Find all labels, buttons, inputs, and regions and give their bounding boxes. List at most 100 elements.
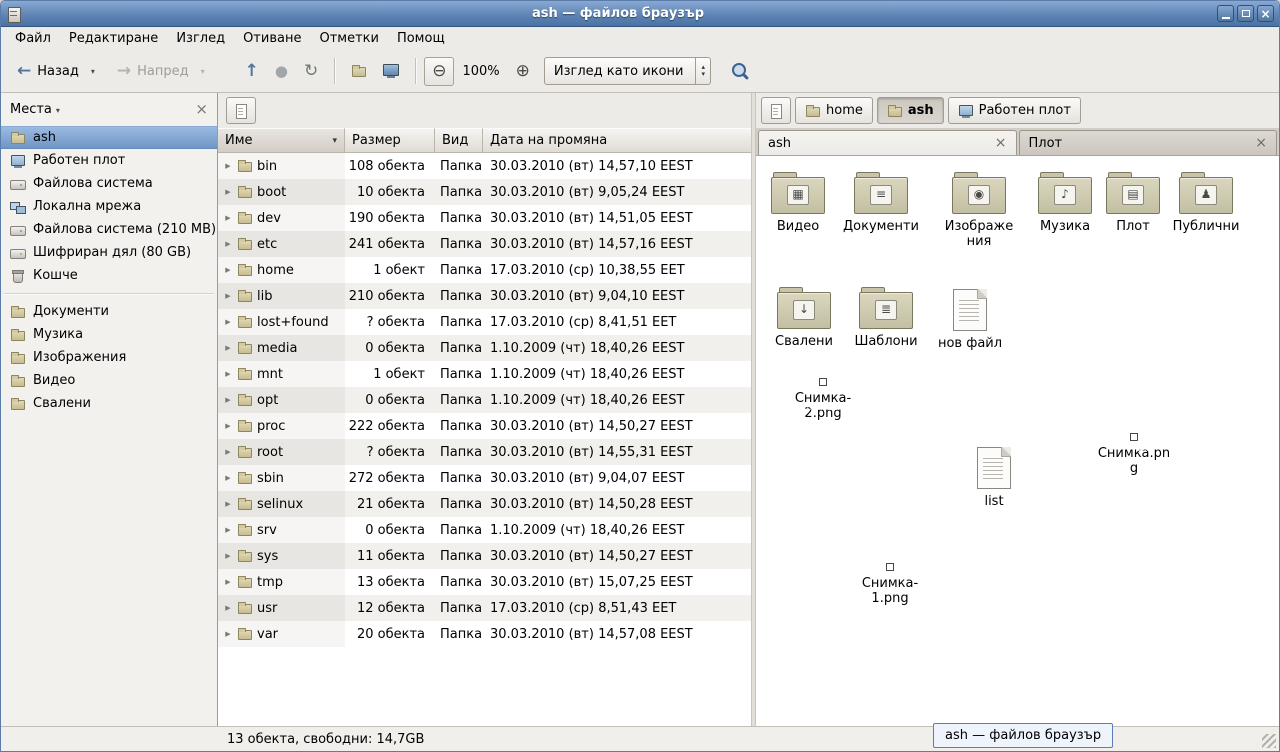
- resize-grip[interactable]: [1262, 734, 1276, 748]
- table-row[interactable]: ▶ bin 108 обекта Папка 30.03.2010 (вт) 1…: [218, 153, 751, 179]
- tab-plot[interactable]: Плот ×: [1019, 130, 1278, 155]
- sidebar-item[interactable]: Свалени: [1, 392, 217, 415]
- minimize-button[interactable]: [1217, 5, 1234, 22]
- menu-item[interactable]: Изглед: [167, 29, 234, 48]
- column-header-type[interactable]: Вид: [435, 128, 483, 153]
- zoom-in-button[interactable]: ⊕: [508, 57, 538, 86]
- expander-icon[interactable]: ▶: [223, 526, 233, 534]
- sidebar-item[interactable]: Музика: [1, 323, 217, 346]
- sidebar-item[interactable]: Локална мрежа: [1, 195, 217, 218]
- sidebar-close-icon[interactable]: ×: [195, 102, 208, 117]
- tab-ash[interactable]: ash ×: [758, 130, 1017, 155]
- menu-item[interactable]: Отметки: [310, 29, 387, 48]
- table-row[interactable]: ▶ mnt 1 обект Папка 1.10.2009 (чт) 18,40…: [218, 361, 751, 387]
- sidebar-item[interactable]: Документи: [1, 300, 217, 323]
- table-row[interactable]: ▶ srv 0 обекта Папка 1.10.2009 (чт) 18,4…: [218, 517, 751, 543]
- expander-icon[interactable]: ▶: [223, 240, 233, 248]
- view-mode-select[interactable]: Изглед като икони ▴▾: [544, 57, 711, 85]
- spinner-arrows-icon[interactable]: ▴▾: [695, 58, 710, 84]
- expander-icon[interactable]: ▶: [223, 474, 233, 482]
- expander-icon[interactable]: ▶: [223, 214, 233, 222]
- stop-button[interactable]: ●: [267, 58, 296, 85]
- table-row[interactable]: ▶ boot 10 обекта Папка 30.03.2010 (вт) 9…: [218, 179, 751, 205]
- tab-close-icon[interactable]: ×: [995, 136, 1007, 150]
- column-header-size[interactable]: Размер: [345, 128, 435, 153]
- zoom-out-button[interactable]: ⊖: [424, 57, 454, 86]
- sidebar-item[interactable]: Кошче: [1, 264, 217, 287]
- forward-button[interactable]: → Напред: [109, 57, 197, 86]
- zoom-level[interactable]: 100%: [454, 58, 507, 85]
- expander-icon[interactable]: ▶: [223, 292, 233, 300]
- expander-icon[interactable]: ▶: [223, 370, 233, 378]
- sidebar-item[interactable]: Файлова система (210 MB): [1, 218, 217, 241]
- table-row[interactable]: ▶ opt 0 обекта Папка 1.10.2009 (чт) 18,4…: [218, 387, 751, 413]
- back-dropdown[interactable]: ▾: [87, 61, 99, 82]
- folder-item-documents[interactable]: Документи: [839, 172, 923, 234]
- file-item-snimka2[interactable]: GUADEC Снимка-2.png: [771, 378, 875, 421]
- folder-item-video[interactable]: Видео: [756, 172, 840, 234]
- sidebar-item[interactable]: Изображения: [1, 346, 217, 369]
- table-row[interactable]: ▶ media 0 обекта Папка 1.10.2009 (чт) 18…: [218, 335, 751, 361]
- expander-icon[interactable]: ▶: [223, 344, 233, 352]
- table-row[interactable]: ▶ var 20 обекта Папка 30.03.2010 (вт) 14…: [218, 621, 751, 647]
- file-item-snimka[interactable]: GNOME Store Снимка.png: [1082, 433, 1186, 476]
- expander-icon[interactable]: ▶: [223, 266, 233, 274]
- chevron-down-icon[interactable]: ▾: [56, 106, 60, 115]
- menu-item[interactable]: Файл: [6, 29, 60, 48]
- table-row[interactable]: ▶ tmp 13 обекта Папка 30.03.2010 (вт) 15…: [218, 569, 751, 595]
- sidebar-item[interactable]: Файлова система: [1, 172, 217, 195]
- table-row[interactable]: ▶ home 1 обект Папка 17.03.2010 (ср) 10,…: [218, 257, 751, 283]
- sidebar-item[interactable]: Видео: [1, 369, 217, 392]
- menu-item[interactable]: Редактиране: [60, 29, 167, 48]
- reload-button[interactable]: ↻: [296, 57, 326, 86]
- expander-icon[interactable]: ▶: [223, 162, 233, 170]
- expander-icon[interactable]: ▶: [223, 448, 233, 456]
- icon-view[interactable]: Видео Документи Изображения Музика Плот: [756, 156, 1279, 726]
- table-row[interactable]: ▶ root ? обекта Папка 30.03.2010 (вт) 14…: [218, 439, 751, 465]
- home-button[interactable]: [343, 57, 375, 85]
- pathbar-button-ash[interactable]: ash: [877, 97, 944, 124]
- folder-item-pictures[interactable]: Изображения: [937, 172, 1021, 249]
- sidebar-item[interactable]: Шифриран дял (80 GB): [1, 241, 217, 264]
- table-row[interactable]: ▶ lost+found ? обекта Папка 17.03.2010 (…: [218, 309, 751, 335]
- expander-icon[interactable]: ▶: [223, 500, 233, 508]
- close-button[interactable]: ×: [1257, 5, 1274, 22]
- sidebar-item[interactable]: Работен плот: [1, 149, 217, 172]
- table-row[interactable]: ▶ usr 12 обекта Папка 17.03.2010 (ср) 8,…: [218, 595, 751, 621]
- expander-icon[interactable]: ▶: [223, 396, 233, 404]
- expander-icon[interactable]: ▶: [223, 422, 233, 430]
- up-button[interactable]: ↑: [237, 57, 267, 86]
- file-item-new-file[interactable]: нов файл: [928, 289, 1012, 351]
- table-row[interactable]: ▶ lib 210 обекта Папка 30.03.2010 (вт) 9…: [218, 283, 751, 309]
- titlebar[interactable]: ash — файлов браузър ×: [1, 1, 1279, 27]
- column-header-name[interactable]: Име ▾: [218, 128, 345, 153]
- back-button[interactable]: ← Назад: [9, 57, 87, 86]
- column-header-modified[interactable]: Дата на промяна: [483, 128, 751, 153]
- table-row[interactable]: ▶ sys 11 обекта Папка 30.03.2010 (вт) 14…: [218, 543, 751, 569]
- table-row[interactable]: ▶ dev 190 обекта Папка 30.03.2010 (вт) 1…: [218, 205, 751, 231]
- menu-item[interactable]: Отиване: [234, 29, 310, 48]
- root-location-button[interactable]: [226, 97, 256, 124]
- expander-icon[interactable]: ▶: [223, 630, 233, 638]
- maximize-button[interactable]: [1237, 5, 1254, 22]
- table-row[interactable]: ▶ selinux 21 обекта Папка 30.03.2010 (вт…: [218, 491, 751, 517]
- expander-icon[interactable]: ▶: [223, 318, 233, 326]
- filesystem-root-button[interactable]: [761, 97, 791, 124]
- expander-icon[interactable]: ▶: [223, 188, 233, 196]
- computer-button[interactable]: [375, 57, 407, 85]
- search-button[interactable]: [723, 56, 757, 86]
- file-item-snimka1[interactable]: Снимка-1.png: [838, 563, 942, 606]
- folder-item-public[interactable]: Публични: [1164, 172, 1248, 234]
- sidebar-title[interactable]: Места: [10, 102, 52, 117]
- folder-item-templates[interactable]: Шаблони: [844, 287, 928, 349]
- menu-item[interactable]: Помощ: [388, 29, 454, 48]
- folder-item-downloads[interactable]: Свалени: [762, 287, 846, 349]
- forward-dropdown[interactable]: ▾: [197, 61, 209, 82]
- expander-icon[interactable]: ▶: [223, 604, 233, 612]
- folder-item-desktop[interactable]: Плот: [1091, 172, 1175, 234]
- pathbar-button-home[interactable]: home: [795, 97, 873, 124]
- pathbar-button-desktop[interactable]: Работен плот: [948, 97, 1081, 124]
- expander-icon[interactable]: ▶: [223, 578, 233, 586]
- expander-icon[interactable]: ▶: [223, 552, 233, 560]
- table-row[interactable]: ▶ sbin 272 обекта Папка 30.03.2010 (вт) …: [218, 465, 751, 491]
